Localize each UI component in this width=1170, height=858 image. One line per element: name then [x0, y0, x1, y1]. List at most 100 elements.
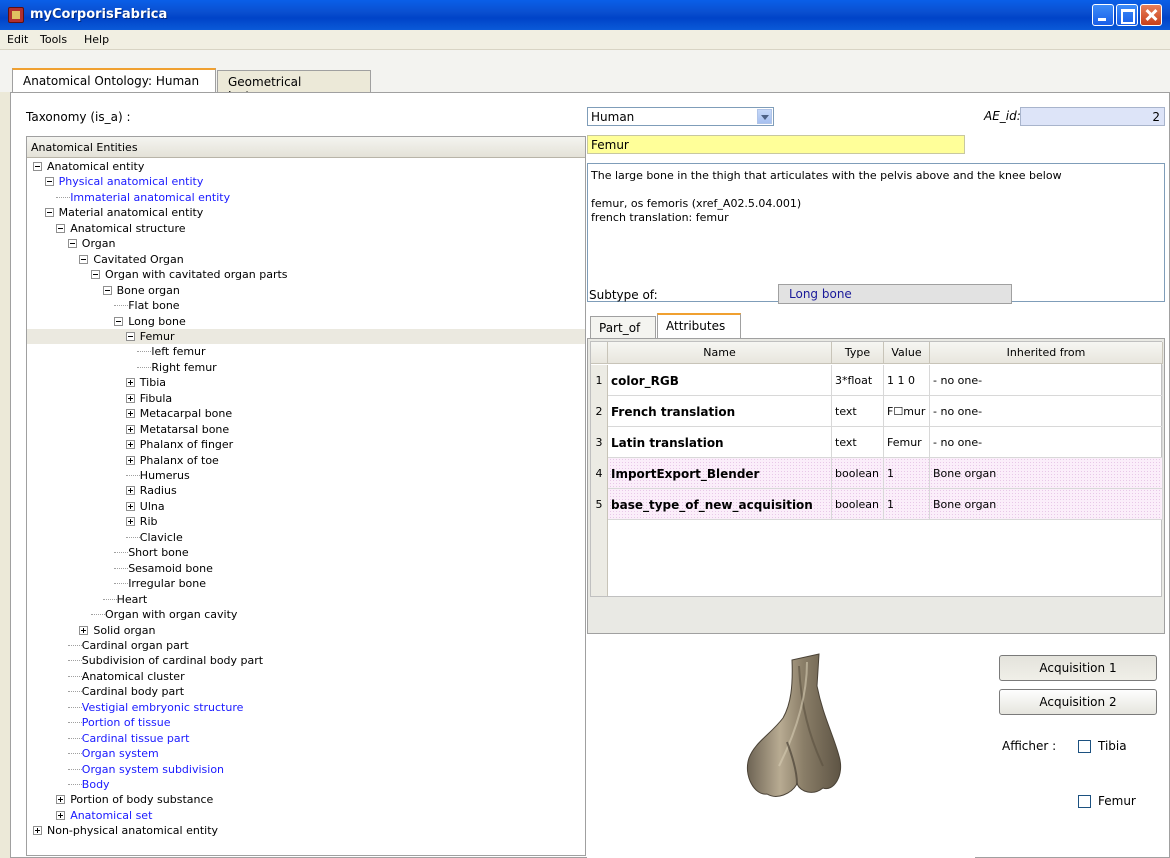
table-row[interactable]: 5 base_type_of_new_acquisition boolean 1 Bon…	[591, 489, 1163, 520]
tree-item[interactable]: Flat bone	[27, 298, 180, 313]
tree-item[interactable]: Solid organ	[27, 623, 155, 638]
tree-item[interactable]: Cavitated Organ	[27, 252, 184, 267]
tree-item[interactable]: Material anatomical entity	[27, 205, 203, 220]
tree-item[interactable]: Bone organ	[27, 283, 180, 298]
collapse-icon[interactable]	[114, 316, 124, 326]
expand-icon[interactable]	[125, 409, 135, 419]
collapse-icon[interactable]	[125, 331, 135, 341]
tree-item[interactable]: Cardinal body part	[27, 684, 184, 699]
expand-icon[interactable]	[125, 517, 135, 527]
tree-item[interactable]: Radius	[27, 483, 177, 498]
ae-id-field[interactable]: 2	[1020, 107, 1165, 126]
tree-item[interactable]: Short bone	[27, 545, 189, 560]
tree-item[interactable]: Cardinal organ part	[27, 638, 189, 653]
tree-item[interactable]: Portion of tissue	[27, 715, 171, 730]
attr-type-cell[interactable]: 3*float	[832, 365, 884, 396]
expand-icon[interactable]	[125, 393, 135, 403]
column-header-type[interactable]: Type	[832, 342, 884, 364]
attr-name-cell[interactable]: base_type_of_new_acquisition	[608, 489, 832, 520]
tree-item[interactable]: Cardinal tissue part	[27, 731, 189, 746]
collapse-icon[interactable]	[91, 270, 100, 280]
attributes-table[interactable]: Name Type Value Inherited from 1 color_RG…	[590, 341, 1163, 597]
attr-value-cell[interactable]: 1 1 0	[884, 365, 930, 396]
tree-item[interactable]: Organ system	[27, 746, 159, 761]
chevron-down-icon[interactable]	[757, 109, 772, 124]
tree-item[interactable]: Sesamoid bone	[27, 561, 213, 576]
tree-item[interactable]: Vestigial embryonic structure	[27, 700, 243, 715]
tab-attributes[interactable]: Attributes	[657, 313, 741, 339]
tab-part-of[interactable]: Part_of	[590, 316, 656, 338]
attr-name-cell[interactable]: French translation	[608, 396, 832, 427]
tibia-checkbox[interactable]	[1078, 740, 1091, 753]
attr-type-cell[interactable]: text	[832, 396, 884, 427]
row-number[interactable]: 3	[591, 427, 608, 458]
tree-item[interactable]: left femur	[27, 344, 206, 359]
acquisition-1-button[interactable]: Acquisition 1	[999, 655, 1157, 681]
collapse-icon[interactable]	[56, 223, 66, 233]
attr-inherited-cell[interactable]: Bone organ	[930, 458, 1163, 489]
attr-inherited-cell[interactable]: - no one-	[930, 427, 1163, 458]
row-number[interactable]: 5	[591, 489, 608, 520]
tree-item[interactable]: Organ system subdivision	[27, 762, 224, 777]
expand-icon[interactable]	[56, 810, 66, 820]
tree-item[interactable]: Body	[27, 777, 110, 792]
expand-icon[interactable]	[125, 440, 135, 450]
species-select[interactable]: Human	[587, 107, 774, 126]
table-row[interactable]: 3 Latin translation text Femur - no one-	[591, 427, 1163, 458]
tree-item[interactable]: Anatomical entity	[27, 159, 144, 174]
table-row[interactable]: 2 French translation text F☐mur - no one-	[591, 396, 1163, 427]
expand-icon[interactable]	[125, 486, 135, 496]
row-number[interactable]: 1	[591, 365, 608, 396]
tab-geometrical-instances[interactable]: Geometrical Instances	[217, 70, 371, 103]
collapse-icon[interactable]	[33, 162, 42, 171]
attr-name-cell[interactable]: Latin translation	[608, 427, 832, 458]
collapse-icon[interactable]	[44, 177, 54, 187]
tree-item[interactable]: Humerus	[27, 468, 190, 483]
table-row[interactable]: 1 color_RGB 3*float 1 1 0- no one-	[591, 365, 1163, 396]
tree-item[interactable]: Heart	[27, 592, 147, 607]
tree-item[interactable]: Tibia	[27, 375, 166, 390]
tree-item[interactable]: Clavicle	[27, 530, 183, 545]
attr-type-cell[interactable]: text	[832, 427, 884, 458]
attr-value-cell[interactable]: Femur	[884, 427, 930, 458]
expand-icon[interactable]	[56, 795, 66, 805]
attr-name-cell[interactable]: ImportExport_Blender	[608, 458, 832, 489]
attr-inherited-cell[interactable]: - no one-	[930, 365, 1163, 396]
tibia-checkbox-label[interactable]: Tibia	[1098, 739, 1127, 753]
menu-tools[interactable]: Tools	[40, 33, 67, 46]
tree-item[interactable]: Portion of body substance	[27, 792, 213, 807]
tree-item[interactable]: Anatomical cluster	[27, 669, 185, 684]
tree-item[interactable]: Metacarpal bone	[27, 406, 232, 421]
row-number[interactable]: 4	[591, 458, 608, 489]
tree-item[interactable]: Anatomical set	[27, 808, 152, 823]
tree-item[interactable]: Rib	[27, 514, 157, 529]
tree-item[interactable]: Organ	[27, 236, 115, 251]
close-button[interactable]	[1140, 4, 1162, 26]
tree-item[interactable]: Anatomical structure	[27, 221, 186, 236]
maximize-button[interactable]	[1116, 4, 1138, 26]
row-number[interactable]: 2	[591, 396, 608, 427]
acquisition-2-button[interactable]: Acquisition 2	[999, 689, 1157, 715]
expand-icon[interactable]	[125, 424, 135, 434]
tree-item[interactable]: Ulna	[27, 499, 165, 514]
table-row[interactable]: 4 ImportExport_Blender boolean 1 Bone organ	[591, 458, 1163, 489]
attr-value-cell[interactable]: 1	[884, 489, 930, 520]
collapse-icon[interactable]	[102, 285, 112, 295]
tree-item[interactable]: Long bone	[27, 314, 186, 329]
expand-icon[interactable]	[125, 455, 135, 465]
expand-icon[interactable]	[79, 625, 89, 635]
attr-inherited-cell[interactable]: - no one-	[930, 396, 1163, 427]
tree-item[interactable]: Physical anatomical entity	[27, 174, 203, 189]
tree-item[interactable]: Metatarsal bone	[27, 422, 229, 437]
collapse-icon[interactable]	[79, 254, 89, 264]
bone-3d-viewer[interactable]	[587, 646, 975, 858]
attr-name-cell[interactable]: color_RGB	[608, 365, 832, 396]
menu-edit[interactable]: Edit	[7, 33, 28, 46]
minimize-button[interactable]	[1092, 4, 1114, 26]
column-header-value[interactable]: Value	[884, 342, 930, 364]
femur-checkbox-label[interactable]: Femur	[1098, 794, 1136, 808]
attr-type-cell[interactable]: boolean	[832, 458, 884, 489]
tree-item[interactable]: Immaterial anatomical entity	[27, 190, 230, 205]
femur-checkbox[interactable]	[1078, 795, 1091, 808]
tree-item[interactable]: Organ with organ cavity	[27, 607, 237, 622]
